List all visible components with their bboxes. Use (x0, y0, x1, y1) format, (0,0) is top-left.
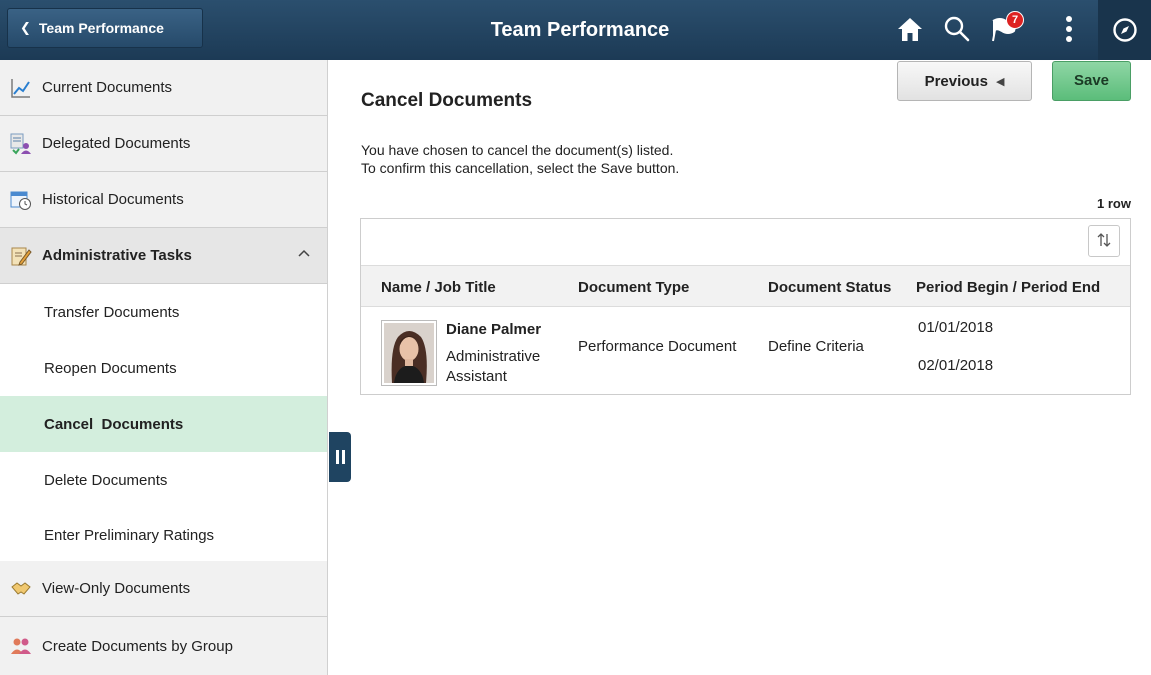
sidebar-item-reopen-documents[interactable]: Reopen Documents (0, 340, 327, 396)
triangle-left-icon: ◀ (995, 75, 1005, 88)
sidebar-item-current-documents[interactable]: Current Documents (0, 60, 327, 116)
notifications-flag-icon[interactable]: 7 (990, 11, 1024, 46)
sort-arrows-icon (1096, 232, 1112, 251)
app-header: ❮ Team Performance Team Performance 7 (0, 0, 1151, 60)
sidebar-item-delegated-documents[interactable]: Delegated Documents (0, 116, 327, 172)
employee-photo (381, 320, 437, 386)
chevron-left-icon: ❮ (20, 20, 31, 35)
document-type: Performance Document (578, 338, 737, 355)
sidebar-item-create-documents-by-group[interactable]: Create Documents by Group (0, 617, 327, 675)
navbar-compass-icon[interactable] (1112, 17, 1138, 46)
clipboard-edit-icon (10, 245, 32, 267)
sidebar-item-historical-documents[interactable]: Historical Documents (0, 172, 327, 228)
employee-name[interactable]: Diane Palmer (446, 321, 541, 338)
sidebar-item-label: Historical Documents (42, 191, 184, 208)
chart-line-icon (10, 77, 32, 99)
column-header-period[interactable]: Period Begin / Period End (916, 279, 1100, 296)
column-header-document-type[interactable]: Document Type (578, 279, 689, 296)
sidebar-group-administrative-tasks[interactable]: Administrative Tasks (0, 228, 327, 284)
previous-button-label: Previous (924, 72, 988, 90)
column-header-name[interactable]: Name / Job Title (381, 279, 496, 296)
sidebar-item-label: Create Documents by Group (42, 637, 233, 655)
back-button-label: Team Performance (38, 20, 164, 36)
chevron-up-icon (297, 246, 311, 263)
sidebar-item-delete-documents[interactable]: Delete Documents (0, 452, 327, 508)
sidebar-collapse-handle[interactable] (329, 432, 351, 482)
page-title: Cancel Documents (361, 90, 533, 111)
pause-bar-icon (335, 450, 339, 464)
delegate-icon (10, 133, 32, 155)
instruction-line: To confirm this cancellation, select the… (361, 160, 680, 176)
group-users-icon (10, 635, 32, 657)
more-actions-icon[interactable] (1064, 14, 1074, 47)
document-status: Define Criteria (768, 338, 864, 355)
grid-toolbar (361, 219, 1130, 265)
sidebar-item-label: View-Only Documents (42, 580, 191, 597)
job-title-line: Administrative (446, 348, 541, 365)
notification-count-badge: 7 (1006, 11, 1024, 29)
sidebar-item-enter-preliminary-ratings[interactable]: Enter Preliminary Ratings (0, 508, 327, 564)
sort-button[interactable] (1088, 225, 1120, 257)
sidebar-item-cancel-documents[interactable]: Cancel Documents (0, 396, 327, 452)
column-header-document-status[interactable]: Document Status (768, 279, 891, 296)
handshake-icon (10, 578, 32, 600)
documents-grid: Name / Job Title Document Type Document … (360, 218, 1131, 395)
back-button[interactable]: ❮ Team Performance (7, 8, 203, 48)
save-button[interactable]: Save (1052, 61, 1131, 101)
period-end: 02/01/2018 (918, 357, 994, 374)
sidebar-item-label: Administrative Tasks (42, 247, 192, 264)
grid-header-row: Name / Job Title Document Type Document … (361, 265, 1130, 307)
row-count: 1 row (1097, 196, 1131, 211)
home-icon[interactable] (895, 14, 925, 47)
instruction-line: You have chosen to cancel the document(s… (361, 142, 674, 158)
job-title-line: Assistant (446, 368, 507, 385)
period-begin: 01/01/2018 (918, 319, 994, 336)
page-header-title: Team Performance (490, 19, 670, 41)
sidebar-item-transfer-documents[interactable]: Transfer Documents (0, 284, 327, 340)
sidebar: Current Documents Delegated Documents Hi (0, 60, 328, 675)
sidebar-item-view-only-documents[interactable]: View-Only Documents (0, 561, 327, 617)
search-icon[interactable] (943, 15, 971, 46)
previous-button[interactable]: Previous ◀ (897, 61, 1032, 101)
sidebar-item-label: Current Documents (42, 79, 173, 96)
sidebar-item-label: Delegated Documents (42, 135, 191, 152)
pause-bar-icon (341, 450, 345, 464)
calendar-clock-icon (10, 189, 32, 211)
instruction-text: You have chosen to cancel the document(s… (361, 141, 679, 177)
